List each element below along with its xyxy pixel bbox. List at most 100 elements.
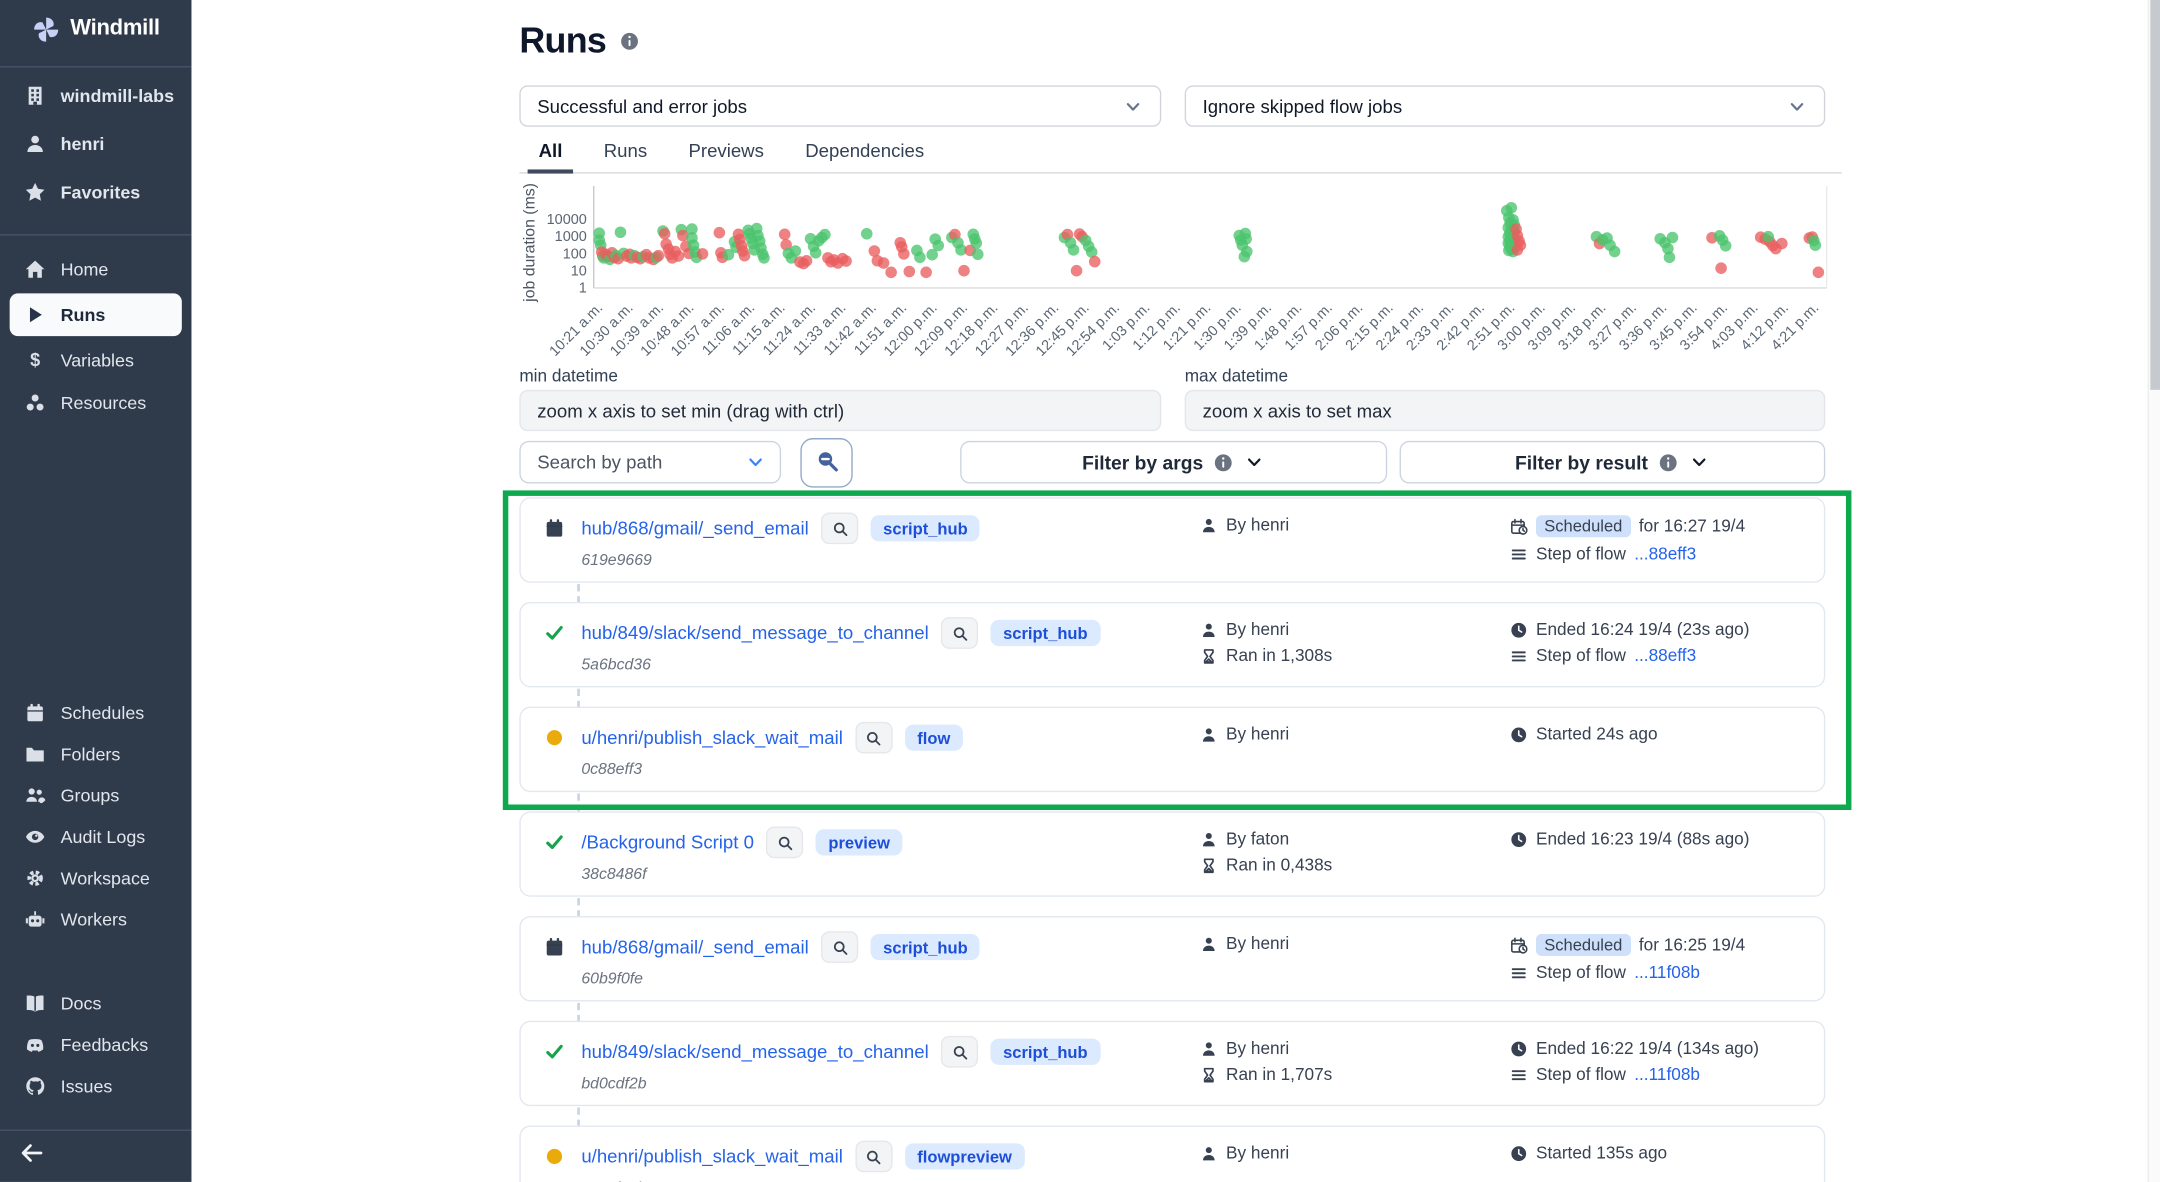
chart-point-success bbox=[972, 249, 984, 261]
run-kind-badge: script_hub bbox=[991, 1039, 1100, 1065]
home-icon bbox=[25, 259, 46, 280]
flow-jobs-select[interactable]: Ignore skipped flow jobs bbox=[1185, 85, 1826, 126]
sidebar-item-henri[interactable]: henri bbox=[0, 120, 191, 168]
tab-runs[interactable]: Runs bbox=[602, 135, 648, 172]
sidebar-item-workers[interactable]: Workers bbox=[0, 898, 191, 939]
run-path-link[interactable]: hub/868/gmail/_send_email bbox=[581, 518, 808, 539]
sidebar-item-docs[interactable]: Docs bbox=[0, 982, 191, 1023]
run-row[interactable]: u/henri/publish_slack_wait_mailflow0c88e… bbox=[519, 707, 1825, 792]
sidebar-footer-section: Docs Feedbacks Issues bbox=[0, 982, 191, 1106]
search-icon[interactable] bbox=[941, 1036, 978, 1068]
sidebar-item-label: Resources bbox=[61, 393, 147, 414]
chart-point-error bbox=[801, 255, 813, 267]
svg-text:$: $ bbox=[30, 350, 40, 370]
info-icon[interactable] bbox=[1659, 453, 1678, 472]
flow-id-link[interactable]: ...88eff3 bbox=[1634, 544, 1696, 563]
filter-by-result-button[interactable]: Filter by result bbox=[1400, 441, 1826, 484]
chart-point-success bbox=[1720, 240, 1732, 252]
search-by-path-placeholder: Search by path bbox=[537, 452, 662, 473]
run-row[interactable]: hub/868/gmail/_send_emailscript_hub619e9… bbox=[519, 497, 1825, 582]
chart-point-error bbox=[898, 248, 910, 260]
sidebar-item-favorites[interactable]: Favorites bbox=[0, 168, 191, 216]
sidebar-item-folders[interactable]: Folders bbox=[0, 733, 191, 774]
run-path-link[interactable]: /Background Script 0 bbox=[581, 832, 754, 853]
tab-dependencies[interactable]: Dependencies bbox=[804, 135, 926, 172]
flow-steps-icon bbox=[1510, 964, 1528, 982]
run-row[interactable]: u/henri/publish_slack_wait_mailflowprevi… bbox=[519, 1125, 1825, 1182]
discord-icon bbox=[25, 1034, 46, 1055]
sidebar-item-resources[interactable]: Resources bbox=[0, 382, 191, 425]
scheduled-badge: Scheduled bbox=[1536, 515, 1631, 537]
flow-connector-line bbox=[577, 584, 580, 603]
run-by-col: By henri bbox=[1200, 934, 1289, 953]
tab-all[interactable]: All bbox=[537, 135, 564, 172]
run-meta-line: Step of flow ...11f08b bbox=[1510, 963, 1745, 982]
run-by-col: By henri bbox=[1200, 725, 1289, 744]
search-icon[interactable] bbox=[855, 722, 892, 754]
search-icon[interactable] bbox=[941, 617, 978, 649]
flow-id-link[interactable]: ...11f08b bbox=[1634, 963, 1700, 982]
run-path-link[interactable]: hub/868/gmail/_send_email bbox=[581, 937, 808, 958]
run-main-col: hub/868/gmail/_send_emailscript_hub60b9f… bbox=[581, 931, 980, 987]
job-duration-chart[interactable]: job duration (ms)10000100010010110:21 a.… bbox=[519, 179, 1841, 386]
tab-previews[interactable]: Previews bbox=[687, 135, 765, 172]
info-icon[interactable] bbox=[1214, 453, 1233, 472]
sidebar-item-label: henri bbox=[61, 134, 105, 155]
collapse-sidebar-button[interactable] bbox=[14, 1138, 50, 1171]
sidebar-item-variables[interactable]: $Variables bbox=[0, 339, 191, 382]
book-icon bbox=[25, 993, 46, 1014]
run-row[interactable]: hub/868/gmail/_send_emailscript_hub60b9f… bbox=[519, 916, 1825, 1001]
search-icon[interactable] bbox=[821, 931, 858, 963]
run-path-link[interactable]: hub/849/slack/send_message_to_channel bbox=[581, 1041, 928, 1062]
filter-by-args-button[interactable]: Filter by args bbox=[960, 441, 1387, 484]
sidebar-item-feedbacks[interactable]: Feedbacks bbox=[0, 1024, 191, 1065]
run-row[interactable]: hub/849/slack/send_message_to_channel scr… bbox=[519, 1021, 1825, 1106]
info-icon[interactable] bbox=[620, 31, 639, 50]
search-by-path-select[interactable]: Search by path bbox=[519, 441, 781, 484]
app-logo[interactable]: Windmill bbox=[0, 0, 191, 58]
search-icon[interactable] bbox=[766, 827, 803, 859]
run-path-link[interactable]: u/henri/publish_slack_wait_mail bbox=[581, 1146, 843, 1167]
sidebar-item-label: Docs bbox=[61, 993, 102, 1014]
run-row[interactable]: /Background Script 0preview38c8486fBy fa… bbox=[519, 811, 1825, 896]
min-datetime-input[interactable] bbox=[519, 390, 1161, 431]
run-meta-line: By henri bbox=[1200, 515, 1289, 534]
flow-id-link[interactable]: ...88eff3 bbox=[1634, 646, 1696, 665]
search-icon[interactable] bbox=[855, 1141, 892, 1173]
run-main-col: u/henri/publish_slack_wait_mailflow0c88e… bbox=[581, 722, 962, 778]
chart-point-error bbox=[869, 245, 881, 257]
sidebar-item-runs[interactable]: Runs bbox=[10, 293, 182, 336]
chart-point-success bbox=[1239, 251, 1251, 263]
run-path-link[interactable]: hub/849/slack/send_message_to_channel bbox=[581, 623, 928, 644]
scrollbar[interactable] bbox=[2148, 0, 2160, 1182]
sidebar-item-windmill-labs[interactable]: windmill-labs bbox=[0, 72, 191, 120]
clock-icon bbox=[1510, 1039, 1528, 1057]
chart-y-axis-label: job duration (ms) bbox=[521, 183, 538, 303]
flow-connector-line bbox=[577, 1003, 580, 1022]
run-path-link[interactable]: u/henri/publish_slack_wait_mail bbox=[581, 727, 843, 748]
search-button[interactable] bbox=[800, 438, 852, 488]
search-icon[interactable] bbox=[821, 512, 858, 544]
divider bbox=[0, 1130, 191, 1131]
run-title-line: u/henri/publish_slack_wait_mailflowprevi… bbox=[581, 1141, 1024, 1173]
sidebar-item-label: Groups bbox=[61, 785, 120, 806]
play-icon bbox=[25, 304, 46, 325]
sidebar-item-label: Feedbacks bbox=[61, 1034, 149, 1055]
job-status-select[interactable]: Successful and error jobs bbox=[519, 85, 1161, 126]
person-icon bbox=[1200, 830, 1218, 848]
person-icon bbox=[1200, 621, 1218, 639]
scrollbar-thumb[interactable] bbox=[2150, 0, 2160, 390]
sidebar-item-groups[interactable]: Groups bbox=[0, 774, 191, 815]
sidebar-item-audit-logs[interactable]: Audit Logs bbox=[0, 816, 191, 857]
flow-connector-line bbox=[577, 689, 580, 708]
max-datetime-input[interactable] bbox=[1185, 390, 1826, 431]
run-by-col: By henriRan in 1,707s bbox=[1200, 1039, 1332, 1084]
sidebar-item-home[interactable]: Home bbox=[0, 248, 191, 291]
sidebar-item-issues[interactable]: Issues bbox=[0, 1065, 191, 1106]
run-meta-line: Step of flow ...88eff3 bbox=[1510, 646, 1750, 665]
flow-id-link[interactable]: ...11f08b bbox=[1634, 1065, 1700, 1084]
sidebar-item-schedules[interactable]: Schedules bbox=[0, 692, 191, 733]
run-row[interactable]: hub/849/slack/send_message_to_channelscr… bbox=[519, 602, 1825, 687]
sidebar-item-workspace[interactable]: Workspace bbox=[0, 857, 191, 898]
chevron-down-icon bbox=[1123, 96, 1144, 117]
